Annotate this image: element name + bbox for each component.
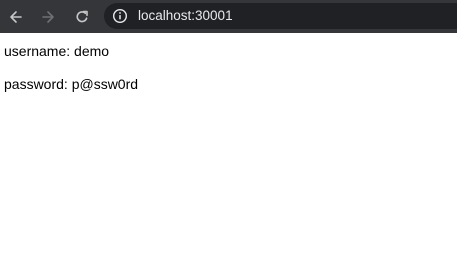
arrow-right-icon	[42, 10, 54, 23]
browser-toolbar: localhost:30001	[0, 0, 457, 33]
username-text: username: demo	[4, 43, 110, 59]
forward-button[interactable]	[36, 0, 60, 33]
reload-button[interactable]	[70, 0, 94, 33]
arrow-left-icon	[10, 10, 22, 23]
info-icon[interactable]	[112, 8, 128, 24]
url-text: localhost:30001	[138, 8, 233, 23]
back-button[interactable]	[4, 0, 28, 33]
reload-icon	[76, 10, 88, 22]
address-bar[interactable]: localhost:30001	[104, 3, 457, 29]
password-text: password: p@ssw0rd	[4, 76, 139, 92]
